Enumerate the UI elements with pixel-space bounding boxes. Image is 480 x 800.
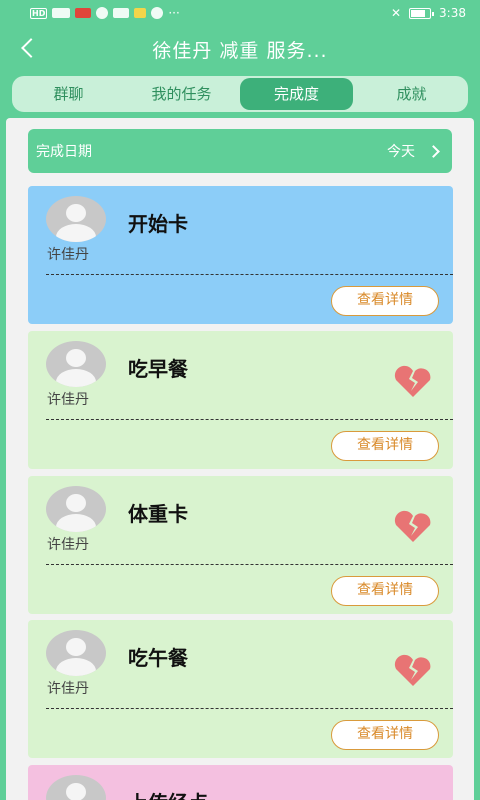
divider (46, 419, 453, 420)
user-name: 许佳丹 (47, 537, 89, 553)
broken-heart-icon (394, 654, 431, 686)
tab-completion[interactable]: 完成度 (240, 78, 353, 110)
status-bar: HD ··· ✕ 3:38 (0, 0, 480, 26)
view-details-button[interactable]: 查看详情 (331, 431, 439, 461)
avatar (46, 341, 106, 387)
broken-heart-icon (394, 365, 431, 397)
battery-icon (409, 7, 435, 19)
avatar (46, 196, 106, 242)
view-details-button[interactable]: 查看详情 (331, 286, 439, 316)
view-details-button[interactable]: 查看详情 (331, 576, 439, 606)
completion-date-selector[interactable]: 完成日期 今天 (28, 129, 452, 173)
card-title: 开始卡 (128, 212, 188, 236)
date-value: 今天 (387, 144, 415, 160)
tab-achievements[interactable]: 成就 (355, 78, 468, 110)
qq-icon (96, 7, 109, 19)
status-icons-right: ✕ 3:38 (391, 6, 466, 20)
broken-heart-icon (394, 510, 431, 542)
view-details-button[interactable]: 查看详情 (331, 720, 439, 750)
tab-my-tasks[interactable]: 我的任务 (125, 78, 238, 110)
clock: 3:38 (439, 6, 466, 20)
avatar (46, 486, 106, 532)
date-label: 完成日期 (36, 144, 92, 160)
user-name: 许佳丹 (47, 392, 89, 408)
mute-icon: ✕ (390, 6, 402, 20)
back-arrow-icon[interactable] (14, 34, 42, 62)
page-title: 徐佳丹 减重 服务... (152, 39, 328, 62)
app-header: 徐佳丹 减重 服务... (0, 26, 480, 72)
date-value-wrap: 今天 (387, 141, 440, 161)
divider (46, 274, 453, 275)
divider (46, 564, 453, 565)
divider (46, 708, 453, 709)
chevron-right-icon (427, 144, 440, 158)
nav-icon (151, 7, 164, 19)
card-title: 吃早餐 (128, 357, 188, 381)
task-card: 许佳丹 吃午餐 查看详情 (28, 620, 453, 758)
card-title: 吃午餐 (128, 646, 188, 670)
user-name: 许佳丹 (47, 681, 89, 697)
card-title: 体重卡 (128, 502, 188, 526)
card-title: 上传经点 (128, 787, 208, 800)
task-card: 许佳丹 开始卡 查看详情 (28, 186, 453, 324)
task-card: 上传经点 (28, 765, 453, 800)
network-badge: HD (30, 7, 48, 19)
avatar (46, 630, 106, 676)
more-notifications-icon: ··· (168, 6, 180, 20)
signal-icon (52, 8, 71, 18)
task-card: 许佳丹 体重卡 查看详情 (28, 476, 453, 614)
user-name: 许佳丹 (47, 247, 89, 263)
task-card: 许佳丹 吃早餐 查看详情 (28, 331, 453, 469)
avatar (46, 775, 106, 800)
app-notification-icon (75, 8, 92, 18)
mail-icon (134, 8, 147, 18)
app-badge-icon (113, 8, 130, 18)
tab-group-chat[interactable]: 群聊 (12, 78, 125, 110)
tab-bar: 群聊 我的任务 完成度 成就 (12, 76, 468, 112)
status-icons-left: HD ··· (30, 6, 180, 20)
